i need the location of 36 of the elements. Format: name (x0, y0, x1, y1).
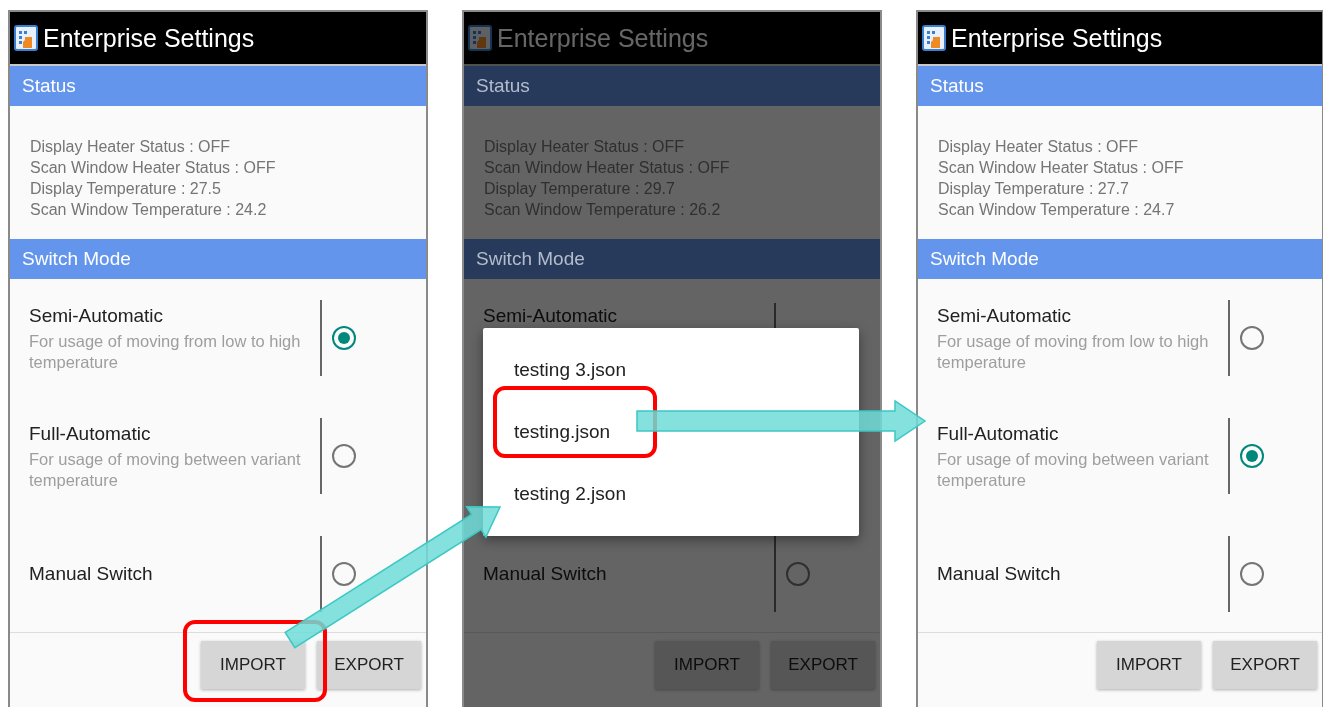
app-title: Enterprise Settings (497, 23, 709, 53)
mode-description: For usage of moving from low to high temperature (937, 330, 1210, 373)
status-line: Scan Window Temperature : 24.7 (938, 200, 1176, 220)
status-line: Display Temperature : 27.7 (938, 179, 1130, 199)
section-header: Switch Mode (464, 239, 880, 279)
section-header: Status (10, 66, 426, 106)
section-header: Status (464, 66, 880, 106)
action-button[interactable]: EXPORT (317, 641, 421, 689)
mode-title: Semi-Automatic (937, 303, 1073, 328)
mode-title: Manual Switch (483, 561, 608, 586)
section-header: Switch Mode (918, 239, 1322, 279)
app-title: Enterprise Settings (43, 23, 255, 53)
mode-title: Manual Switch (29, 561, 154, 586)
status-line: Display Heater Status : OFF (938, 137, 1140, 157)
status-line: Display Temperature : 27.5 (30, 179, 222, 199)
mode-title: Manual Switch (937, 561, 1062, 586)
mode-description: For usage of moving between variant temperature (29, 448, 302, 491)
status-line: Scan Window Heater Status : OFF (30, 158, 277, 178)
mode-title: Semi-Automatic (483, 304, 619, 328)
section-header: Switch Mode (10, 239, 426, 279)
mode-title: Semi-Automatic (29, 303, 165, 328)
mode-description: For usage of moving between variant temperature (937, 448, 1210, 491)
app-title: Enterprise Settings (951, 23, 1163, 53)
status-line: Scan Window Heater Status : OFF (938, 158, 1185, 178)
section-header: Status (918, 66, 1322, 106)
mode-title: Full-Automatic (937, 421, 1060, 446)
action-button[interactable]: IMPORT (1097, 641, 1201, 689)
status-line: Scan Window Temperature : 24.2 (30, 200, 268, 220)
mode-description: For usage of moving from low to high temperature (29, 330, 302, 373)
mode-title: Full-Automatic (29, 421, 152, 446)
file-item[interactable]: testing 3.json (483, 339, 859, 401)
action-button[interactable]: EXPORT (1213, 641, 1317, 689)
file-item[interactable]: testing 2.json (483, 463, 859, 525)
status-line: Display Heater Status : OFF (30, 137, 232, 157)
file-item[interactable]: testing.json (483, 401, 859, 463)
action-button[interactable]: IMPORT (201, 641, 305, 689)
